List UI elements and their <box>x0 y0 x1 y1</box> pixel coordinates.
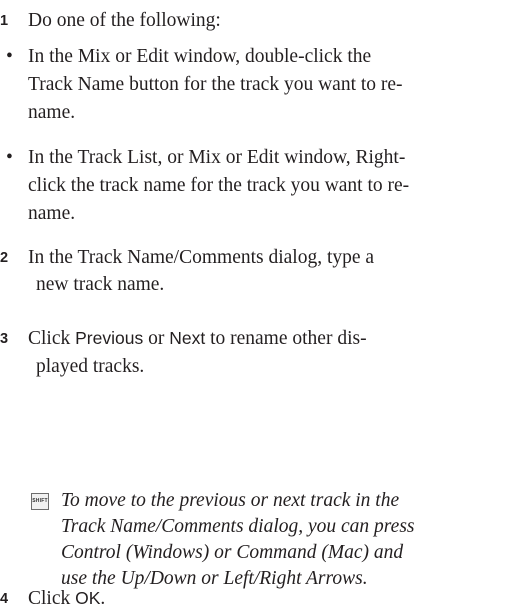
step-text-line: Click OK. <box>28 588 106 609</box>
step-text-line: In the Track Name/Comments dialog, type … <box>28 247 375 268</box>
tip-text-line: use the Up/Down or Left/Right Arrows. <box>61 568 368 589</box>
tip-text-line: To move to the previous or next track in… <box>61 490 400 511</box>
step-number: 4 <box>0 591 9 607</box>
next-command-label: Next <box>169 328 206 348</box>
step-text-line: Click Previous or Next to rename other d… <box>28 328 367 349</box>
bullet-glyph: • <box>6 147 13 168</box>
ok-command-label: OK <box>75 588 101 608</box>
step-text-line: played tracks. <box>36 356 145 377</box>
step-number: 3 <box>0 331 9 347</box>
tip-text-line: Track Name/Comments dialog, you can pres… <box>61 516 415 537</box>
bullet-glyph: • <box>6 46 13 67</box>
bullet-text-line: name. <box>28 203 76 224</box>
step-number: 2 <box>0 250 9 266</box>
instructions-page: 1 Do one of the following: • In the Mix … <box>0 0 519 609</box>
shift-key-icon: SHIFT <box>31 493 49 510</box>
previous-command-label: Previous <box>75 328 144 348</box>
bullet-text-line: click the track name for the track you w… <box>28 175 410 196</box>
bullet-text-line: Track Name button for the track you want… <box>28 74 403 95</box>
bullet-text-line: In the Mix or Edit window, double-click … <box>28 46 372 67</box>
step-text-line: new track name. <box>36 274 165 295</box>
bullet-text-line: name. <box>28 102 76 123</box>
tip-text-line: Control (Windows) or Command (Mac) and <box>61 542 404 563</box>
bullet-text-line: In the Track List, or Mix or Edit window… <box>28 147 406 168</box>
step-number: 1 <box>0 13 9 29</box>
step-text: Do one of the following: <box>28 10 221 31</box>
